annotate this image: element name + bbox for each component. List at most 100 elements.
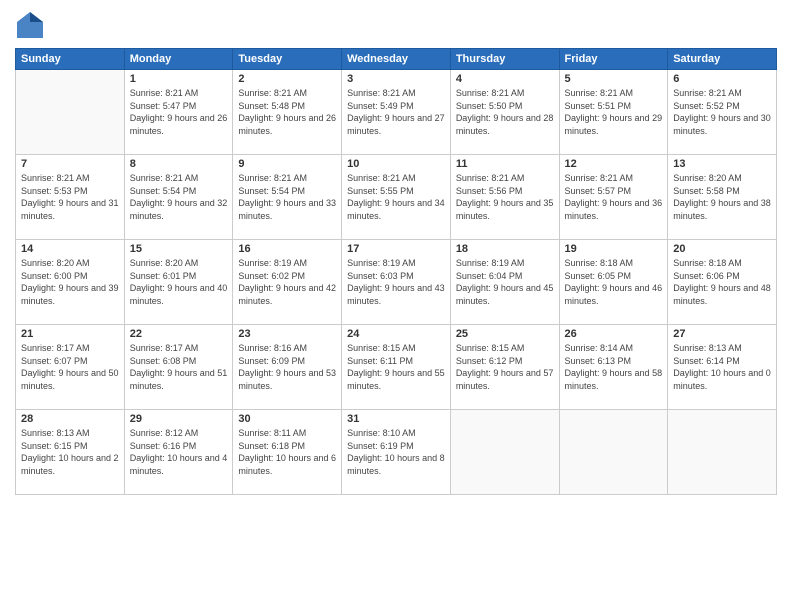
calendar-cell: 5 Sunrise: 8:21 AMSunset: 5:51 PMDaylight… — [559, 70, 668, 155]
day-number: 16 — [238, 243, 336, 255]
cell-sun-info: Sunrise: 8:20 AMSunset: 5:58 PMDaylight:… — [673, 172, 771, 222]
cell-sun-info: Sunrise: 8:21 AMSunset: 5:54 PMDaylight:… — [130, 172, 228, 222]
cell-sun-info: Sunrise: 8:21 AMSunset: 5:52 PMDaylight:… — [673, 87, 771, 137]
day-number: 14 — [21, 243, 119, 255]
cell-sun-info: Sunrise: 8:20 AMSunset: 6:01 PMDaylight:… — [130, 257, 228, 307]
calendar-cell: 26 Sunrise: 8:14 AMSunset: 6:13 PMDayligh… — [559, 325, 668, 410]
calendar-cell — [16, 70, 125, 155]
day-number: 19 — [565, 243, 663, 255]
day-number: 29 — [130, 413, 228, 425]
logo — [15, 10, 49, 40]
calendar-cell: 28Sunrise: 8:13 AMSunset: 6:15 PMDayligh… — [16, 410, 125, 495]
day-number: 31 — [347, 413, 445, 425]
day-number: 6 — [673, 73, 771, 85]
cell-sun-info: Sunrise: 8:11 AMSunset: 6:18 PMDaylight:… — [238, 427, 336, 477]
cell-sun-info: Sunrise: 8:21 AMSunset: 5:55 PMDaylight:… — [347, 172, 445, 222]
calendar-cell: 7 Sunrise: 8:21 AMSunset: 5:53 PMDaylight… — [16, 155, 125, 240]
day-number: 8 — [130, 158, 228, 170]
calendar-cell: 13 Sunrise: 8:20 AMSunset: 5:58 PMDayligh… — [668, 155, 777, 240]
cell-sun-info: Sunrise: 8:15 AMSunset: 6:12 PMDaylight:… — [456, 342, 554, 392]
calendar-cell — [450, 410, 559, 495]
weekday-header-wednesday: Wednesday — [342, 49, 451, 70]
calendar-cell: 6 Sunrise: 8:21 AMSunset: 5:52 PMDaylight… — [668, 70, 777, 155]
day-number: 17 — [347, 243, 445, 255]
cell-sun-info: Sunrise: 8:19 AMSunset: 6:04 PMDaylight:… — [456, 257, 554, 307]
cell-sun-info: Sunrise: 8:21 AMSunset: 5:54 PMDaylight:… — [238, 172, 336, 222]
day-number: 11 — [456, 158, 554, 170]
cell-sun-info: Sunrise: 8:21 AMSunset: 5:50 PMDaylight:… — [456, 87, 554, 137]
weekday-header-saturday: Saturday — [668, 49, 777, 70]
logo-icon — [15, 10, 45, 40]
calendar-cell: 24 Sunrise: 8:15 AMSunset: 6:11 PMDayligh… — [342, 325, 451, 410]
calendar-week-row-5: 28Sunrise: 8:13 AMSunset: 6:15 PMDayligh… — [16, 410, 777, 495]
calendar-cell: 19Sunrise: 8:18 AMSunset: 6:05 PMDayligh… — [559, 240, 668, 325]
calendar-week-row-2: 7 Sunrise: 8:21 AMSunset: 5:53 PMDaylight… — [16, 155, 777, 240]
day-number: 12 — [565, 158, 663, 170]
day-number: 24 — [347, 328, 445, 340]
calendar-cell — [559, 410, 668, 495]
day-number: 20 — [673, 243, 771, 255]
calendar-cell: 15 Sunrise: 8:20 AMSunset: 6:01 PMDayligh… — [124, 240, 233, 325]
calendar-cell — [668, 410, 777, 495]
cell-sun-info: Sunrise: 8:21 AMSunset: 5:57 PMDaylight:… — [565, 172, 663, 222]
calendar-week-row-4: 21 Sunrise: 8:17 AMSunset: 6:07 PMDayligh… — [16, 325, 777, 410]
calendar-cell: 31Sunrise: 8:10 AMSunset: 6:19 PMDayligh… — [342, 410, 451, 495]
calendar-cell: 30 Sunrise: 8:11 AMSunset: 6:18 PMDayligh… — [233, 410, 342, 495]
cell-sun-info: Sunrise: 8:21 AMSunset: 5:56 PMDaylight:… — [456, 172, 554, 222]
day-number: 5 — [565, 73, 663, 85]
weekday-header-monday: Monday — [124, 49, 233, 70]
calendar-cell: 2 Sunrise: 8:21 AMSunset: 5:48 PMDaylight… — [233, 70, 342, 155]
calendar-cell: 11 Sunrise: 8:21 AMSunset: 5:56 PMDayligh… — [450, 155, 559, 240]
cell-sun-info: Sunrise: 8:14 AMSunset: 6:13 PMDaylight:… — [565, 342, 663, 392]
header — [15, 10, 777, 40]
day-number: 21 — [21, 328, 119, 340]
weekday-header-tuesday: Tuesday — [233, 49, 342, 70]
day-number: 26 — [565, 328, 663, 340]
cell-sun-info: Sunrise: 8:13 AMSunset: 6:14 PMDaylight:… — [673, 342, 771, 392]
weekday-header-row: SundayMondayTuesdayWednesdayThursdayFrid… — [16, 49, 777, 70]
day-number: 9 — [238, 158, 336, 170]
calendar-cell: 17 Sunrise: 8:19 AMSunset: 6:03 PMDayligh… — [342, 240, 451, 325]
calendar-cell: 12 Sunrise: 8:21 AMSunset: 5:57 PMDayligh… — [559, 155, 668, 240]
cell-sun-info: Sunrise: 8:15 AMSunset: 6:11 PMDaylight:… — [347, 342, 445, 392]
day-number: 25 — [456, 328, 554, 340]
day-number: 27 — [673, 328, 771, 340]
day-number: 10 — [347, 158, 445, 170]
cell-sun-info: Sunrise: 8:18 AMSunset: 6:06 PMDaylight:… — [673, 257, 771, 307]
calendar-cell: 25 Sunrise: 8:15 AMSunset: 6:12 PMDayligh… — [450, 325, 559, 410]
cell-sun-info: Sunrise: 8:21 AMSunset: 5:47 PMDaylight:… — [130, 87, 228, 137]
day-number: 30 — [238, 413, 336, 425]
calendar-cell: 29Sunrise: 8:12 AMSunset: 6:16 PMDayligh… — [124, 410, 233, 495]
cell-sun-info: Sunrise: 8:17 AMSunset: 6:07 PMDaylight:… — [21, 342, 119, 392]
cell-sun-info: Sunrise: 8:16 AMSunset: 6:09 PMDaylight:… — [238, 342, 336, 392]
page: SundayMondayTuesdayWednesdayThursdayFrid… — [0, 0, 792, 612]
cell-sun-info: Sunrise: 8:19 AMSunset: 6:02 PMDaylight:… — [238, 257, 336, 307]
day-number: 28 — [21, 413, 119, 425]
calendar-cell: 16 Sunrise: 8:19 AMSunset: 6:02 PMDayligh… — [233, 240, 342, 325]
day-number: 4 — [456, 73, 554, 85]
day-number: 15 — [130, 243, 228, 255]
calendar-cell: 18Sunrise: 8:19 AMSunset: 6:04 PMDayligh… — [450, 240, 559, 325]
calendar-table: SundayMondayTuesdayWednesdayThursdayFrid… — [15, 48, 777, 495]
day-number: 13 — [673, 158, 771, 170]
cell-sun-info: Sunrise: 8:20 AMSunset: 6:00 PMDaylight:… — [21, 257, 119, 307]
weekday-header-friday: Friday — [559, 49, 668, 70]
cell-sun-info: Sunrise: 8:21 AMSunset: 5:53 PMDaylight:… — [21, 172, 119, 222]
day-number: 2 — [238, 73, 336, 85]
weekday-header-thursday: Thursday — [450, 49, 559, 70]
day-number: 7 — [21, 158, 119, 170]
calendar-cell: 21 Sunrise: 8:17 AMSunset: 6:07 PMDayligh… — [16, 325, 125, 410]
calendar-cell: 27 Sunrise: 8:13 AMSunset: 6:14 PMDayligh… — [668, 325, 777, 410]
calendar-cell: 8 Sunrise: 8:21 AMSunset: 5:54 PMDaylight… — [124, 155, 233, 240]
cell-sun-info: Sunrise: 8:21 AMSunset: 5:48 PMDaylight:… — [238, 87, 336, 137]
calendar-cell: 9 Sunrise: 8:21 AMSunset: 5:54 PMDaylight… — [233, 155, 342, 240]
calendar-week-row-3: 14 Sunrise: 8:20 AMSunset: 6:00 PMDayligh… — [16, 240, 777, 325]
cell-sun-info: Sunrise: 8:17 AMSunset: 6:08 PMDaylight:… — [130, 342, 228, 392]
calendar-cell: 1Sunrise: 8:21 AMSunset: 5:47 PMDaylight… — [124, 70, 233, 155]
cell-sun-info: Sunrise: 8:21 AMSunset: 5:51 PMDaylight:… — [565, 87, 663, 137]
calendar-cell: 3Sunrise: 8:21 AMSunset: 5:49 PMDaylight… — [342, 70, 451, 155]
cell-sun-info: Sunrise: 8:19 AMSunset: 6:03 PMDaylight:… — [347, 257, 445, 307]
day-number: 3 — [347, 73, 445, 85]
calendar-cell: 20 Sunrise: 8:18 AMSunset: 6:06 PMDayligh… — [668, 240, 777, 325]
calendar-cell: 10 Sunrise: 8:21 AMSunset: 5:55 PMDayligh… — [342, 155, 451, 240]
